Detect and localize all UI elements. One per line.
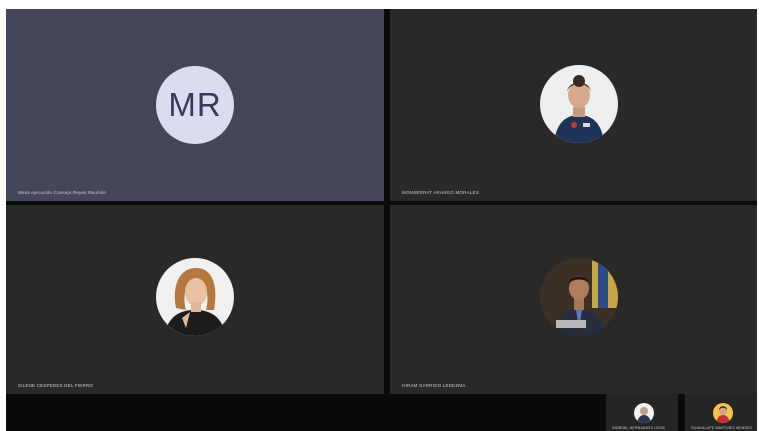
video-call-stage: MR Mesa ejecución Consejo Reyes Reunión …: [6, 9, 757, 431]
avatar-photo: [713, 403, 733, 423]
avatar-initials: MR: [168, 86, 222, 123]
participant-name: GABRIEL HERNANDEZ LEON: [612, 426, 665, 430]
participant-name: SILENE CESPEDES DEL FIERRO: [18, 383, 94, 388]
avatar-photo: [540, 65, 618, 143]
participant-tile-4[interactable]: HIRAM GARRIDO LEDEZMA: [390, 205, 757, 394]
participant-name: Mesa ejecución Consejo Reyes Reunión: [18, 190, 107, 195]
avatar-photo: [634, 403, 654, 423]
participant-thumbnail-2[interactable]: GUADALUPE MARTINEZ MENDEZ: [685, 394, 757, 431]
participant-name: MONSERRAT ARANGO MORALES: [402, 190, 479, 195]
avatar-photo: [156, 258, 234, 336]
avatar-photo: [540, 258, 618, 336]
participant-name: HIRAM GARRIDO LEDEZMA: [402, 383, 466, 388]
participant-tile-1[interactable]: MR Mesa ejecución Consejo Reyes Reunión: [6, 9, 384, 201]
participant-name: GUADALUPE MARTINEZ MENDEZ: [691, 426, 753, 430]
participant-thumbnail-1[interactable]: GABRIEL HERNANDEZ LEON: [606, 394, 678, 431]
participant-tile-2[interactable]: MONSERRAT ARANGO MORALES: [390, 9, 757, 201]
participant-tile-3[interactable]: SILENE CESPEDES DEL FIERRO: [6, 205, 384, 394]
initials-avatar: MR: [156, 66, 234, 144]
